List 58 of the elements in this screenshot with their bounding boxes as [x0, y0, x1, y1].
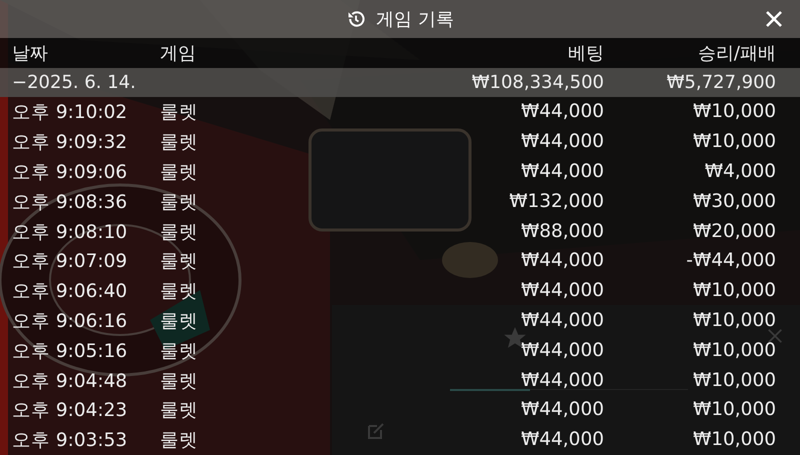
- bet-cell: ₩88,000: [520, 220, 604, 242]
- history-icon: [346, 9, 366, 29]
- time-cell-text: 오후 9:08:36: [11, 190, 128, 214]
- result-cell: ₩10,000: [692, 280, 776, 302]
- time-cell-text: 오후 9:09:32: [11, 131, 128, 154]
- time-cell-text: 오후 9:10:02: [11, 101, 128, 124]
- result-cell: ₩10,000: [692, 340, 776, 361]
- bet-cell: ₩44,000: [520, 370, 604, 391]
- time-cell-text: 오후 9:05:16: [11, 340, 128, 363]
- column-header: 게임: [160, 42, 197, 65]
- time-cell-text: 오후 9:04:48: [11, 370, 128, 393]
- bet-cell: ₩132,000: [509, 190, 604, 212]
- result-cell: ₩10,000: [692, 399, 776, 420]
- bet-cell: ₩44,000: [520, 250, 604, 272]
- result-cell: ₩30,000: [692, 190, 776, 212]
- game-cell-text: 룰렛: [160, 429, 199, 452]
- bet-cell: ₩44,000: [520, 160, 604, 182]
- bet-cell: ₩44,000: [520, 280, 604, 302]
- time-cell-text: 오후 9:07:09: [11, 250, 128, 274]
- bet-cell: ₩44,000: [520, 310, 604, 331]
- column-header: 날짜: [11, 42, 49, 65]
- time-cell-text: 오후 9:09:06: [11, 160, 128, 184]
- column-header: 베팅: [567, 42, 604, 65]
- result-cell: ₩4,000: [704, 160, 776, 182]
- game-cell-text: 룰렛: [160, 250, 199, 274]
- game-cell-text: 룰렛: [160, 370, 199, 393]
- result-cell: ₩10,000: [692, 310, 776, 331]
- time-cell-text: 오후 9:04:23: [11, 399, 128, 422]
- column-header: 승리/패배: [696, 42, 777, 65]
- result-cell: -₩44,000: [686, 250, 776, 272]
- game-cell-text: 룰렛: [160, 190, 199, 214]
- result-cell: ₩10,000: [692, 131, 776, 152]
- game-cell-text: 룰렛: [160, 280, 199, 304]
- bet-cell: ₩108,334,500: [472, 72, 604, 93]
- game-cell-text: 룰렛: [160, 310, 199, 333]
- result-cell: ₩20,000: [692, 220, 776, 242]
- window-title: 게임 기록: [376, 8, 454, 31]
- game-cell-text: 룰렛: [160, 399, 199, 422]
- time-cell-text: 오후 9:06:16: [11, 310, 128, 333]
- game-cell-text: 룰렛: [160, 160, 199, 184]
- bet-cell: ₩44,000: [520, 399, 604, 420]
- summary-row[interactable]: −2025. 6. 14. ₩108,334,500 ₩5,727,900: [0, 68, 800, 97]
- time-cell-text: 오후 9:08:10: [11, 220, 128, 244]
- bet-cell: ₩44,000: [520, 131, 604, 152]
- time-cell-text: 오후 9:06:40: [11, 280, 128, 304]
- game-cell-text: 룰렛: [160, 101, 199, 124]
- result-cell: ₩10,000: [692, 429, 776, 450]
- date-cell-text: −2025. 6. 14.: [11, 72, 136, 93]
- result-cell: ₩5,727,900: [666, 72, 776, 93]
- game-cell-text: 룰렛: [160, 340, 199, 363]
- time-cell-text: 오후 9:03:53: [11, 429, 128, 452]
- bet-cell: ₩44,000: [520, 340, 604, 361]
- result-cell: ₩10,000: [692, 370, 776, 391]
- bet-cell: ₩44,000: [520, 101, 604, 122]
- game-cell-text: 룰렛: [160, 131, 199, 154]
- result-cell: ₩10,000: [692, 101, 776, 122]
- bet-cell: ₩44,000: [520, 429, 604, 450]
- game-cell-text: 룰렛: [160, 220, 199, 244]
